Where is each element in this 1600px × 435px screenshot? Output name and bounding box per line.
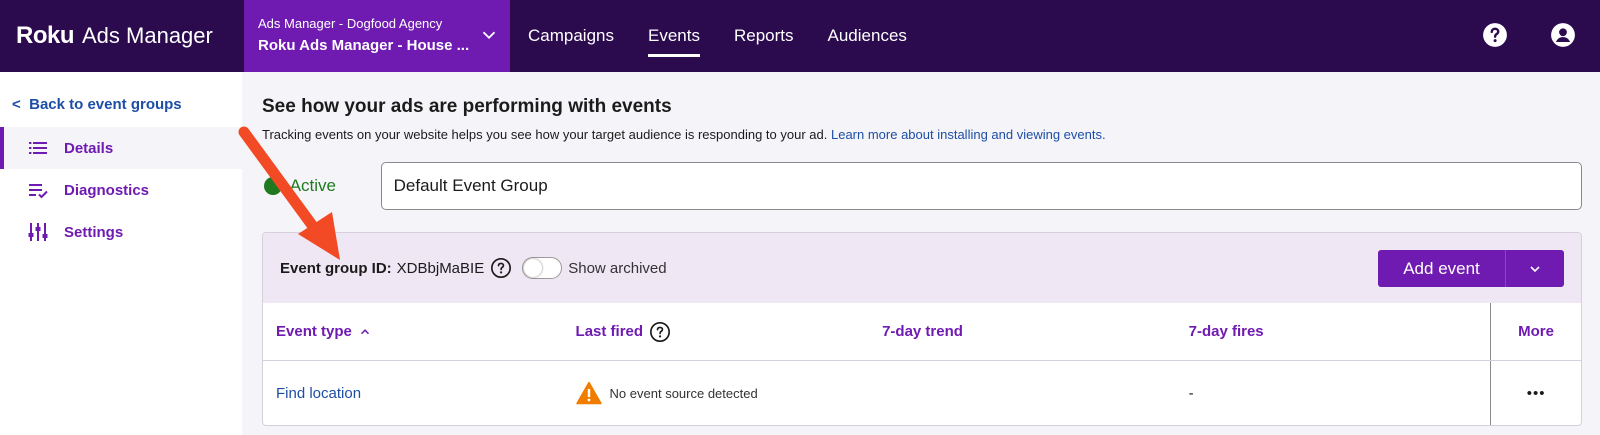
status-row: Active (262, 162, 1582, 210)
page-title: See how your ads are performing with eve… (262, 96, 672, 117)
nav-campaigns[interactable]: Campaigns (528, 0, 614, 72)
back-chevron-icon: < (12, 96, 21, 113)
account-icon[interactable] (1550, 22, 1576, 48)
column-7-day-trend[interactable]: 7-day trend (882, 323, 1189, 340)
list-icon (29, 142, 47, 154)
last-fired-text: No event source detected (609, 385, 758, 401)
roku-logo: Roku (16, 22, 75, 49)
checklist-icon (29, 184, 48, 199)
help-circle-icon[interactable] (490, 257, 512, 279)
product-name: Ads Manager (82, 23, 213, 48)
sidebar: < Back to event groups Details Diagnosti… (0, 72, 242, 435)
chevron-down-icon (482, 31, 496, 40)
sliders-icon (28, 223, 48, 241)
agency-name: Ads Manager - Dogfood Agency (258, 16, 443, 31)
sidebar-item-label: Diagnostics (64, 181, 150, 199)
column-label: Event type (276, 323, 352, 340)
cell-last-fired: No event source detected (575, 381, 883, 405)
help-circle-icon[interactable] (649, 321, 671, 343)
account-name: Roku Ads Manager - House ... (258, 37, 470, 54)
column-7-day-fires[interactable]: 7-day fires (1189, 323, 1491, 340)
column-more: More (1490, 303, 1581, 360)
status-badge: Active (289, 176, 337, 195)
event-type-link[interactable]: Find location (276, 385, 361, 402)
add-event-split-button: Add event (1378, 250, 1564, 287)
sidebar-item-label: Settings (64, 223, 124, 241)
table-row: Find location No event source detected -… (263, 361, 1581, 425)
top-icons (1440, 22, 1576, 48)
column-event-type[interactable]: Event type (263, 323, 576, 340)
description-text: Tracking events on your website helps yo… (262, 127, 828, 142)
event-group-name-input[interactable] (380, 162, 1582, 210)
account-switcher[interactable]: Ads Manager - Dogfood Agency Roku Ads Ma… (244, 0, 510, 72)
sidebar-item-details[interactable]: Details (0, 127, 242, 169)
main-content: See how your ads are performing with eve… (262, 72, 1582, 426)
toggle-knob (524, 259, 543, 277)
sort-ascending-icon (360, 328, 369, 334)
sidebar-item-settings[interactable]: Settings (0, 211, 242, 253)
add-event-button[interactable]: Add event (1378, 250, 1506, 287)
sidebar-item-label: Details (64, 139, 114, 157)
cell-fires: - (1188, 384, 1194, 402)
events-card: Event group ID: XDBbjMaBIE Show archived… (262, 232, 1582, 426)
column-last-fired[interactable]: Last fired (576, 321, 883, 343)
chevron-down-icon (1530, 265, 1540, 272)
learn-more-link[interactable]: Learn more about installing and viewing … (831, 127, 1106, 142)
cell-event-type: Find location (263, 385, 576, 402)
brand[interactable]: Roku Ads Manager (0, 0, 244, 72)
nav-reports[interactable]: Reports (734, 0, 794, 72)
show-archived-label: Show archived (568, 259, 667, 277)
page-description: Tracking events on your website helps yo… (262, 127, 1582, 142)
event-group-id-label: Event group ID: (280, 259, 392, 277)
sidebar-item-diagnostics[interactable]: Diagnostics (0, 169, 242, 211)
table-header: Event type Last fired 7-day trend 7-day … (263, 303, 1581, 361)
card-header: Event group ID: XDBbjMaBIE Show archived… (263, 233, 1581, 303)
show-archived-toggle[interactable] (522, 257, 563, 279)
add-event-dropdown-button[interactable] (1506, 250, 1564, 287)
help-icon[interactable] (1482, 22, 1508, 48)
column-label: Last fired (575, 323, 644, 340)
main-nav: Campaigns Events Reports Audiences (528, 0, 941, 72)
more-horizontal-icon: ••• (1526, 384, 1546, 402)
nav-audiences[interactable]: Audiences (828, 0, 907, 72)
back-to-event-groups-link[interactable]: < Back to event groups (0, 72, 242, 113)
top-bar: Roku Ads Manager Ads Manager - Dogfood A… (0, 0, 1600, 72)
warning-icon (575, 381, 602, 405)
back-link-label: Back to event groups (29, 96, 182, 113)
row-more-menu-button[interactable]: ••• (1490, 361, 1581, 425)
status-dot (264, 177, 282, 195)
event-group-id-value: XDBbjMaBIE (396, 259, 485, 277)
nav-events[interactable]: Events (648, 0, 700, 72)
